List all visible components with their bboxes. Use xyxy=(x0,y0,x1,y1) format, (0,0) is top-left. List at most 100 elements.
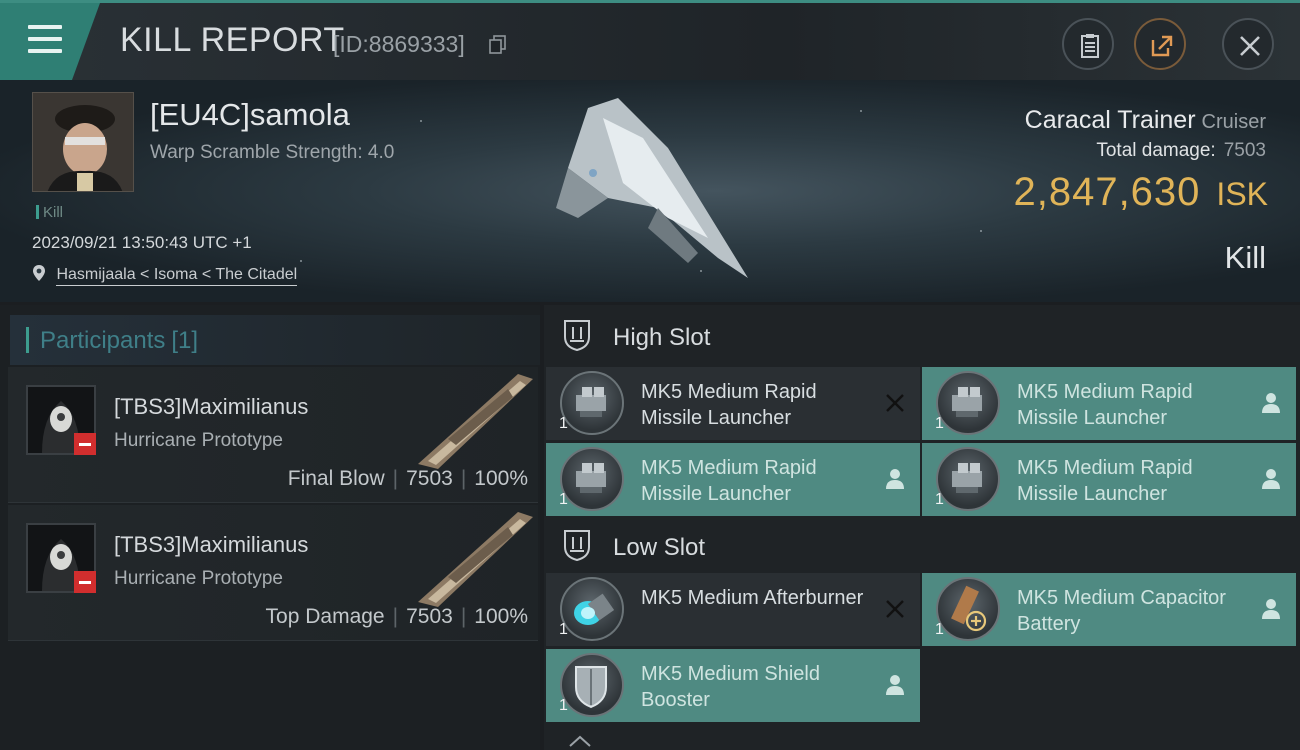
participant-role: Top Damage xyxy=(265,605,385,628)
participant-row[interactable]: [TBS3]Maximilianus Hurricane Prototype F… xyxy=(8,367,538,503)
person-icon xyxy=(886,469,904,489)
isk-amount: 2,847,630 xyxy=(1013,170,1201,214)
high-slot-icon xyxy=(564,320,590,351)
module-card[interactable]: 1 MK5 Medium Rapid Missile Launcher xyxy=(922,443,1296,516)
copy-icon[interactable] xyxy=(488,34,508,54)
participant-damage: 7503 xyxy=(406,467,453,490)
module-name: MK5 Medium Rapid Missile Launcher xyxy=(641,381,817,429)
module-quantity: 1 xyxy=(559,491,568,508)
module-card[interactable]: 1 MK5 Medium Afterburner xyxy=(546,573,920,646)
participant-ship-icon xyxy=(418,374,533,469)
participant-percent: 100% xyxy=(474,467,528,490)
person-icon xyxy=(1262,469,1280,489)
share-button[interactable] xyxy=(1134,18,1186,70)
isk-unit: ISK xyxy=(1216,176,1268,212)
kill-location[interactable]: Hasmijaala < Isoma < The Citadel xyxy=(32,264,298,286)
top-bar: KILL REPORT [ID:8869333] xyxy=(0,0,1300,80)
pilot-portrait-icon xyxy=(33,93,133,191)
location-link[interactable]: Hasmijaala < Isoma < The Citadel xyxy=(56,266,298,286)
result-label: Kill xyxy=(1224,240,1266,275)
close-button[interactable] xyxy=(1222,18,1274,70)
module-quantity: 1 xyxy=(559,621,568,638)
clipboard-button[interactable] xyxy=(1062,18,1114,70)
module-quantity: 1 xyxy=(935,415,944,432)
high-slot-title: High Slot xyxy=(613,324,711,351)
hostile-badge xyxy=(74,433,96,455)
participant-row[interactable]: [TBS3]Maximilianus Hurricane Prototype T… xyxy=(8,505,538,641)
participants-header: Participants [1] xyxy=(10,315,540,365)
victim-ship-render xyxy=(556,98,748,278)
module-quantity: 1 xyxy=(935,621,944,638)
module-quantity: 1 xyxy=(935,491,944,508)
victim-ship[interactable]: Caracal Trainer Cruiser xyxy=(1025,106,1266,135)
module-name: MK5 Medium Rapid Missile Launcher xyxy=(1017,381,1193,429)
missile-launcher-icon xyxy=(560,371,624,435)
victim-portrait[interactable] xyxy=(32,92,134,192)
hamburger-icon xyxy=(28,25,62,53)
fitting-panel: High Slot 1 MK5 Medium Rapid Missile Lau… xyxy=(544,305,1300,750)
capacitor-battery-icon xyxy=(936,577,1000,641)
report-id: [ID:8869333] xyxy=(333,31,465,57)
ship-name: Caracal Trainer xyxy=(1024,106,1196,134)
participant-name[interactable]: [TBS3]Maximilianus xyxy=(114,394,308,420)
module-name: MK5 Medium Capacitor Battery xyxy=(1017,587,1226,635)
destroyed-icon xyxy=(886,394,904,412)
missile-launcher-icon xyxy=(560,447,624,511)
person-icon xyxy=(1262,599,1280,619)
module-name: MK5 Medium Rapid Missile Launcher xyxy=(1017,457,1193,505)
total-damage: Total damage: 7503 xyxy=(1096,140,1266,162)
module-card[interactable]: 1 MK5 Medium Rapid Missile Launcher xyxy=(546,367,920,440)
chevron-up-icon[interactable] xyxy=(568,735,592,747)
module-quantity: 1 xyxy=(559,415,568,432)
total-damage-value: 7503 xyxy=(1223,140,1266,161)
participants-label: Participants xyxy=(40,327,166,354)
ship-class: Cruiser xyxy=(1201,111,1266,133)
participants-count: [1] xyxy=(171,327,199,354)
participant-damage: 7503 xyxy=(406,605,453,628)
participants-panel: Participants [1] [TBS3]Maximilianus Hurri… xyxy=(0,305,540,750)
missile-launcher-icon xyxy=(936,371,1000,435)
missile-launcher-icon xyxy=(936,447,1000,511)
module-card[interactable]: 1 MK5 Medium Rapid Missile Launcher xyxy=(546,443,920,516)
participant-role: Final Blow xyxy=(287,467,385,490)
close-icon xyxy=(1240,36,1260,56)
module-card[interactable]: 1 MK5 Medium Capacitor Battery xyxy=(922,573,1296,646)
page-title: KILL REPORT xyxy=(120,21,345,59)
participant-ship: Hurricane Prototype xyxy=(114,568,283,589)
participant-ship-icon xyxy=(418,512,533,607)
module-name: MK5 Medium Afterburner xyxy=(641,587,864,609)
participant-avatar[interactable] xyxy=(26,385,96,455)
participant-avatar[interactable] xyxy=(26,523,96,593)
module-card[interactable]: 1 MK5 Medium Shield Booster xyxy=(546,649,920,722)
participant-stats: Final Blow | 7503 | 100% xyxy=(287,467,528,490)
participant-stats: Top Damage | 7503 | 100% xyxy=(265,605,528,628)
kill-datetime: 2023/09/21 13:50:43 UTC +1 xyxy=(32,233,252,252)
total-damage-label: Total damage: xyxy=(1096,140,1216,161)
share-icon xyxy=(1151,35,1173,57)
hostile-badge xyxy=(74,571,96,593)
location-pin-icon xyxy=(33,265,45,281)
module-quantity: 1 xyxy=(559,697,568,714)
low-slot-icon xyxy=(564,530,590,561)
menu-button[interactable] xyxy=(0,3,100,80)
low-slot-header: Low Slot xyxy=(544,515,1300,573)
participant-ship: Hurricane Prototype xyxy=(114,430,283,451)
victim-name[interactable]: [EU4C]samola xyxy=(150,97,350,133)
person-icon xyxy=(886,675,904,695)
person-icon xyxy=(1262,393,1280,413)
shield-booster-icon xyxy=(560,653,624,717)
low-slot-title: Low Slot xyxy=(613,534,706,561)
isk-value: 2,847,630 ISK xyxy=(1013,170,1268,215)
participant-percent: 100% xyxy=(474,605,528,628)
high-slot-header: High Slot xyxy=(544,305,1300,363)
destroyed-icon xyxy=(886,600,904,618)
participant-name[interactable]: [TBS3]Maximilianus xyxy=(114,532,308,558)
afterburner-icon xyxy=(560,577,624,641)
clipboard-icon xyxy=(1081,34,1099,58)
module-name: MK5 Medium Shield Booster xyxy=(641,663,820,711)
module-name: MK5 Medium Rapid Missile Launcher xyxy=(641,457,817,505)
warp-scramble-strength: Warp Scramble Strength: 4.0 xyxy=(150,142,395,163)
module-card[interactable]: 1 MK5 Medium Rapid Missile Launcher xyxy=(922,367,1296,440)
kill-tag: Kill xyxy=(36,204,63,221)
victim-summary: [EU4C]samola Warp Scramble Strength: 4.0… xyxy=(0,80,1300,302)
